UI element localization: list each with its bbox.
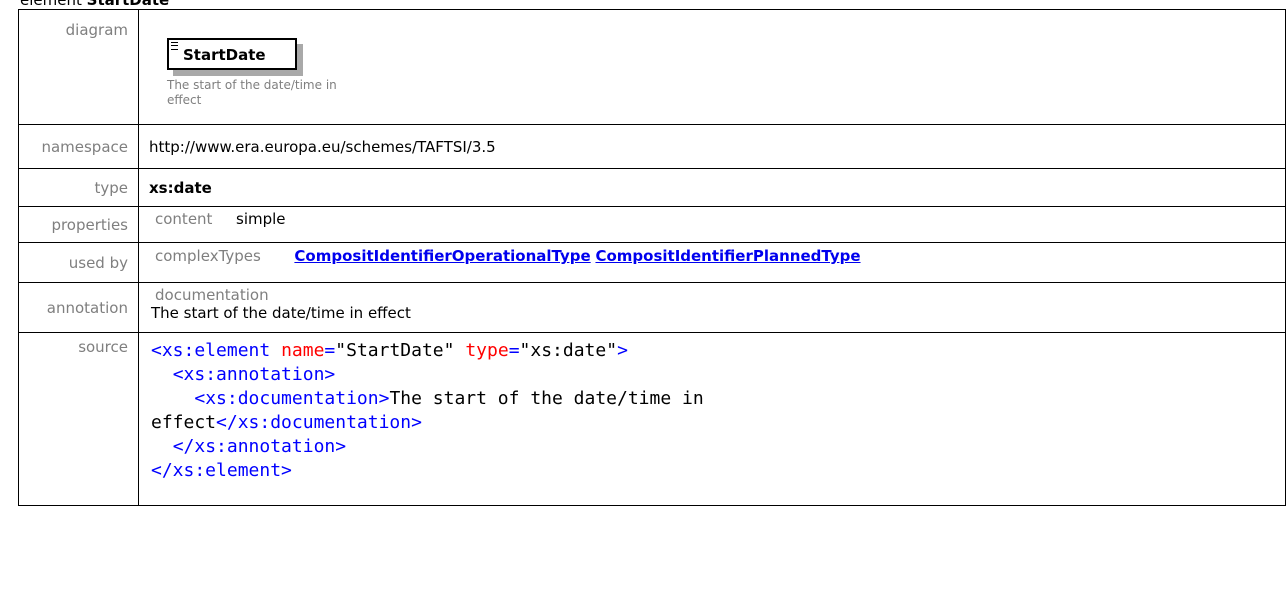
label-diagram: diagram: [65, 21, 128, 39]
src-line-3-text: The start of the date/time in: [389, 388, 704, 409]
src-line-3-tag: <xs:documentation>: [194, 388, 390, 409]
src-line-2-tag: <xs:annotation>: [172, 364, 336, 385]
src-line-1-attr-value-1: "StartDate": [335, 340, 455, 361]
row-properties: properties content simple: [18, 206, 1286, 243]
label-used-by: used by: [68, 253, 128, 272]
diagram-note: The start of the date/time in effect: [167, 78, 337, 107]
properties-value: simple: [236, 210, 286, 228]
link-composit-identifier-planned-type[interactable]: CompositIdentifierPlannedType: [595, 247, 860, 265]
row-source: source <xs:element name="StartDate" type…: [18, 332, 1286, 506]
namespace-value: http://www.era.europa.eu/schemes/TAFTSI/…: [149, 137, 496, 156]
src-line-6-tag: </xs:element>: [151, 460, 292, 481]
src-line-4-text: effect: [151, 412, 217, 433]
src-line-5-tag: </xs:annotation>: [172, 436, 347, 457]
link-composit-identifier-operational-type[interactable]: CompositIdentifierOperationalType: [294, 247, 590, 265]
row-used-by: used by complexTypes CompositIdentifierO…: [18, 242, 1286, 283]
src-line-1-tag-open: <xs:element: [151, 340, 271, 361]
row-annotation: annotation documentation The start of th…: [18, 282, 1286, 333]
annotation-key: documentation: [155, 286, 269, 304]
element-sequence-icon: [171, 42, 178, 50]
element-diagram-box[interactable]: StartDate: [167, 38, 297, 70]
annotation-value: The start of the date/time in effect: [151, 304, 411, 322]
heading-element-name: StartDate: [86, 0, 170, 9]
src-line-1-attr-value-2: "xs:date": [519, 340, 618, 361]
src-line-4-tag: </xs:documentation>: [216, 412, 422, 433]
src-line-1-attr-name-1: name: [281, 340, 325, 361]
diagram-cell: StartDate The start of the date/time in …: [138, 9, 1286, 125]
element-heading: element StartDate: [0, 0, 169, 9]
label-namespace: namespace: [41, 137, 128, 156]
element-documentation-table: diagram StartDate The start of the date/…: [18, 9, 1286, 506]
label-type: type: [94, 178, 128, 197]
row-namespace: namespace http://www.era.europa.eu/schem…: [18, 124, 1286, 169]
source-cell: <xs:element name="StartDate" type="xs:da…: [138, 332, 1286, 506]
label-annotation: annotation: [46, 298, 128, 317]
diagram-element-name: StartDate: [183, 46, 266, 64]
used-by-key: complexTypes: [155, 247, 261, 265]
properties-key: content: [155, 210, 213, 228]
type-value: xs:date: [149, 178, 212, 197]
label-properties: properties: [51, 215, 128, 234]
src-line-1-attr-name-2: type: [465, 340, 509, 361]
row-type: type xs:date: [18, 168, 1286, 207]
heading-prefix: element: [20, 0, 82, 9]
label-source: source: [78, 338, 128, 356]
row-diagram: diagram StartDate The start of the date/…: [18, 9, 1286, 125]
src-line-1-tag-close: >: [617, 340, 628, 361]
source-code: <xs:element name="StartDate" type="xs:da…: [151, 340, 704, 481]
